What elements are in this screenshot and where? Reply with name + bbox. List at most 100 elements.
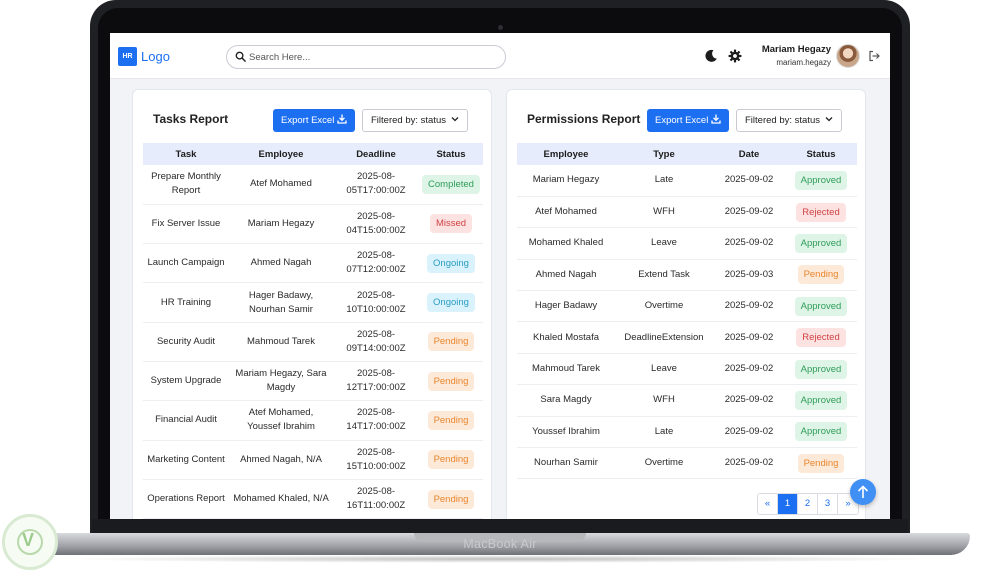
status-badge: Missed [429,214,473,234]
table-cell-employee: Atef Mohamed, Youssef Ibrahim [229,400,333,441]
table-cell-type: Overtime [615,447,713,480]
avatar[interactable] [836,44,860,68]
pagination-page[interactable]: 3 [818,494,838,514]
user-email: mariam.hegazy [776,58,831,67]
table-row[interactable]: HR Training Hager Badawy, Nourhan Samir 20… [143,282,483,323]
tasks-export-excel-button[interactable]: Export Excel [273,109,356,132]
pagination-page[interactable]: 1 [778,494,798,514]
export-label: Export Excel [281,115,335,126]
tasks-status-filter[interactable]: Filtered by: status [362,109,468,132]
table-cell-status: Pending [419,361,483,402]
pagination-page[interactable]: 2 [798,494,818,514]
table-cell-employee: Khaled Mostafa [517,321,615,354]
table-cell-employee: Youssef Ibrahim [517,416,615,449]
table-cell-type: DeadlineExtension [615,321,713,354]
hr-logo-badge[interactable]: HR [118,47,137,66]
table-row[interactable]: Atef Mohamed WFH 2025-09-02 Rejected [517,196,857,229]
status-badge: Rejected [796,328,846,348]
search-icon [235,51,246,62]
column-header[interactable]: Deadline [333,143,419,165]
table-cell-deadline: 2025-08-04T15:00:00Z [333,204,419,245]
table-row[interactable]: Launch Campaign Ahmed Nagah 2025-08-07T12:… [143,243,483,284]
gear-icon[interactable] [728,49,742,63]
table-row[interactable]: Mariam Hegazy Late 2025-09-02 Approved [517,165,857,197]
column-header[interactable]: Employee [229,143,333,165]
table-row[interactable]: Fix Server Issue Mariam Hegazy 2025-08-04T… [143,204,483,245]
table-cell-deadline: 2025-08-07T12:00:00Z [333,243,419,284]
table-cell-status: Pending [419,400,483,441]
table-cell-deadline: 2025-08-14T17:00:00Z [333,400,419,441]
column-header[interactable]: Date [713,143,785,165]
permissions-export-excel-button[interactable]: Export Excel [647,109,730,132]
scroll-to-top-button[interactable] [850,479,876,505]
table-row[interactable]: Financial Audit Atef Mohamed, Youssef Ibr… [143,400,483,441]
table-row[interactable]: Ahmed Nagah Extend Task 2025-09-03 Pending [517,259,857,292]
table-row[interactable]: Khaled Mostafa DeadlineExtension 2025-09-0… [517,321,857,354]
table-row[interactable]: Hager Badawy Overtime 2025-09-02 Approved [517,290,857,323]
table-row[interactable]: Sara Magdy WFH 2025-09-02 Approved [517,384,857,417]
column-header[interactable]: Status [419,143,483,165]
status-badge: Completed [422,174,480,194]
table-cell-status: Approved [785,384,857,417]
pagination: « 1 2 3 » [757,493,859,515]
logo-text[interactable]: Logo [141,49,170,64]
tasks-report-title: Tasks Report [153,112,229,126]
download-icon [711,114,721,125]
table-header-row: Task Employee Deadline Status [143,143,483,165]
table-cell-status: Rejected [785,196,857,229]
table-cell-employee: Mahmoud Tarek [229,322,333,362]
search-box[interactable] [226,45,506,69]
table-row[interactable]: Youssef Ibrahim Late 2025-09-02 Approved [517,416,857,449]
table-row[interactable]: Operations Report Mohamed Khaled, N/A 2025… [143,479,483,519]
table-row[interactable]: Prepare Monthly Report Atef Mohamed 2025-0… [143,165,483,205]
table-cell-date: 2025-09-02 [713,353,785,386]
table-cell-date: 2025-09-02 [713,416,785,449]
table-cell-type: Late [615,165,713,197]
table-cell-status: Ongoing [419,282,483,323]
table-cell-task: System Upgrade [143,361,229,402]
table-cell-status: Approved [785,353,857,386]
status-badge: Pending [797,453,845,473]
table-cell-employee: Mohamed Khaled [517,227,615,260]
column-header[interactable]: Status [785,143,857,165]
table-cell-type: Extend Task [615,259,713,292]
status-badge: Pending [797,265,845,285]
table-cell-task: Security Audit [143,322,229,362]
column-header[interactable]: Task [143,143,229,165]
search-input[interactable] [249,47,499,67]
moon-icon[interactable] [704,49,718,63]
table-cell-type: Leave [615,353,713,386]
table-row[interactable]: Nourhan Samir Overtime 2025-09-02 Pending [517,447,857,480]
table-cell-employee: Sara Magdy [517,384,615,417]
table-cell-employee: Mariam Hegazy [517,165,615,197]
table-cell-deadline: 2025-08-09T14:00:00Z [333,322,419,362]
table-cell-status: Pending [785,447,857,480]
table-cell-employee: Nourhan Samir [517,447,615,480]
table-cell-type: Overtime [615,290,713,323]
table-cell-status: Approved [785,165,857,197]
table-cell-date: 2025-09-02 [713,290,785,323]
table-cell-task: HR Training [143,282,229,323]
status-badge: Pending [427,450,475,470]
status-badge: Pending [427,371,475,391]
chevron-down-icon [825,117,833,122]
table-cell-status: Pending [419,440,483,480]
permissions-status-filter[interactable]: Filtered by: status [736,109,842,132]
column-header[interactable]: Type [615,143,713,165]
arrow-up-icon [857,485,869,498]
table-row[interactable]: Marketing Content Ahmed Nagah, N/A 2025-08… [143,440,483,480]
table-row[interactable]: Security Audit Mahmoud Tarek 2025-08-09T14… [143,322,483,362]
logout-icon[interactable] [868,50,880,62]
table-cell-deadline: 2025-08-15T10:00:00Z [333,440,419,480]
table-cell-employee: Atef Mohamed [229,165,333,205]
pagination-prev[interactable]: « [758,494,778,514]
table-cell-employee: Hager Badawy, Nourhan Samir [229,282,333,323]
table-row[interactable]: Mohamed Khaled Leave 2025-09-02 Approved [517,227,857,260]
table-cell-status: Ongoing [419,243,483,284]
table-row[interactable]: System Upgrade Mariam Hegazy, Sara Magdy 2… [143,361,483,402]
status-badge: Approved [794,422,848,442]
column-header[interactable]: Employee [517,143,615,165]
status-badge: Pending [427,332,475,352]
table-cell-deadline: 2025-08-16T11:00:00Z [333,479,419,519]
table-row[interactable]: Mahmoud Tarek Leave 2025-09-02 Approved [517,353,857,386]
